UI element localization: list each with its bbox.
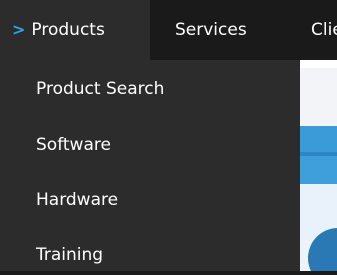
submenu-item-label: Software — [36, 135, 111, 155]
background-banner — [300, 156, 337, 184]
nav-item-label: Clie — [311, 20, 337, 40]
background-strip — [300, 68, 337, 126]
nav-item-label: Services — [175, 20, 247, 40]
submenu-item-hardware[interactable]: Hardware — [36, 180, 118, 220]
submenu-item-label: Hardware — [36, 190, 119, 210]
nav-item-services[interactable]: Services — [175, 0, 247, 60]
background-strip — [300, 60, 337, 68]
submenu-item-product-search[interactable]: Product Search — [36, 69, 164, 109]
submenu-item-software[interactable]: Software — [36, 125, 111, 165]
chevron-right-icon: > — [12, 20, 26, 39]
top-navigation-bar: > Products Services Clie — [0, 0, 337, 60]
nav-item-label: Products — [31, 20, 105, 40]
products-dropdown-menu: Product Search Software Hardware Trainin… — [0, 60, 300, 271]
submenu-item-label: Training — [36, 245, 104, 265]
submenu-item-training[interactable]: Training — [36, 235, 103, 275]
background-banner — [300, 126, 337, 152]
nav-item-products[interactable]: > Products — [0, 0, 150, 60]
background-page-content — [300, 60, 337, 271]
nav-item-clients[interactable]: Clie — [311, 0, 337, 60]
submenu-item-label: Product Search — [36, 79, 165, 99]
